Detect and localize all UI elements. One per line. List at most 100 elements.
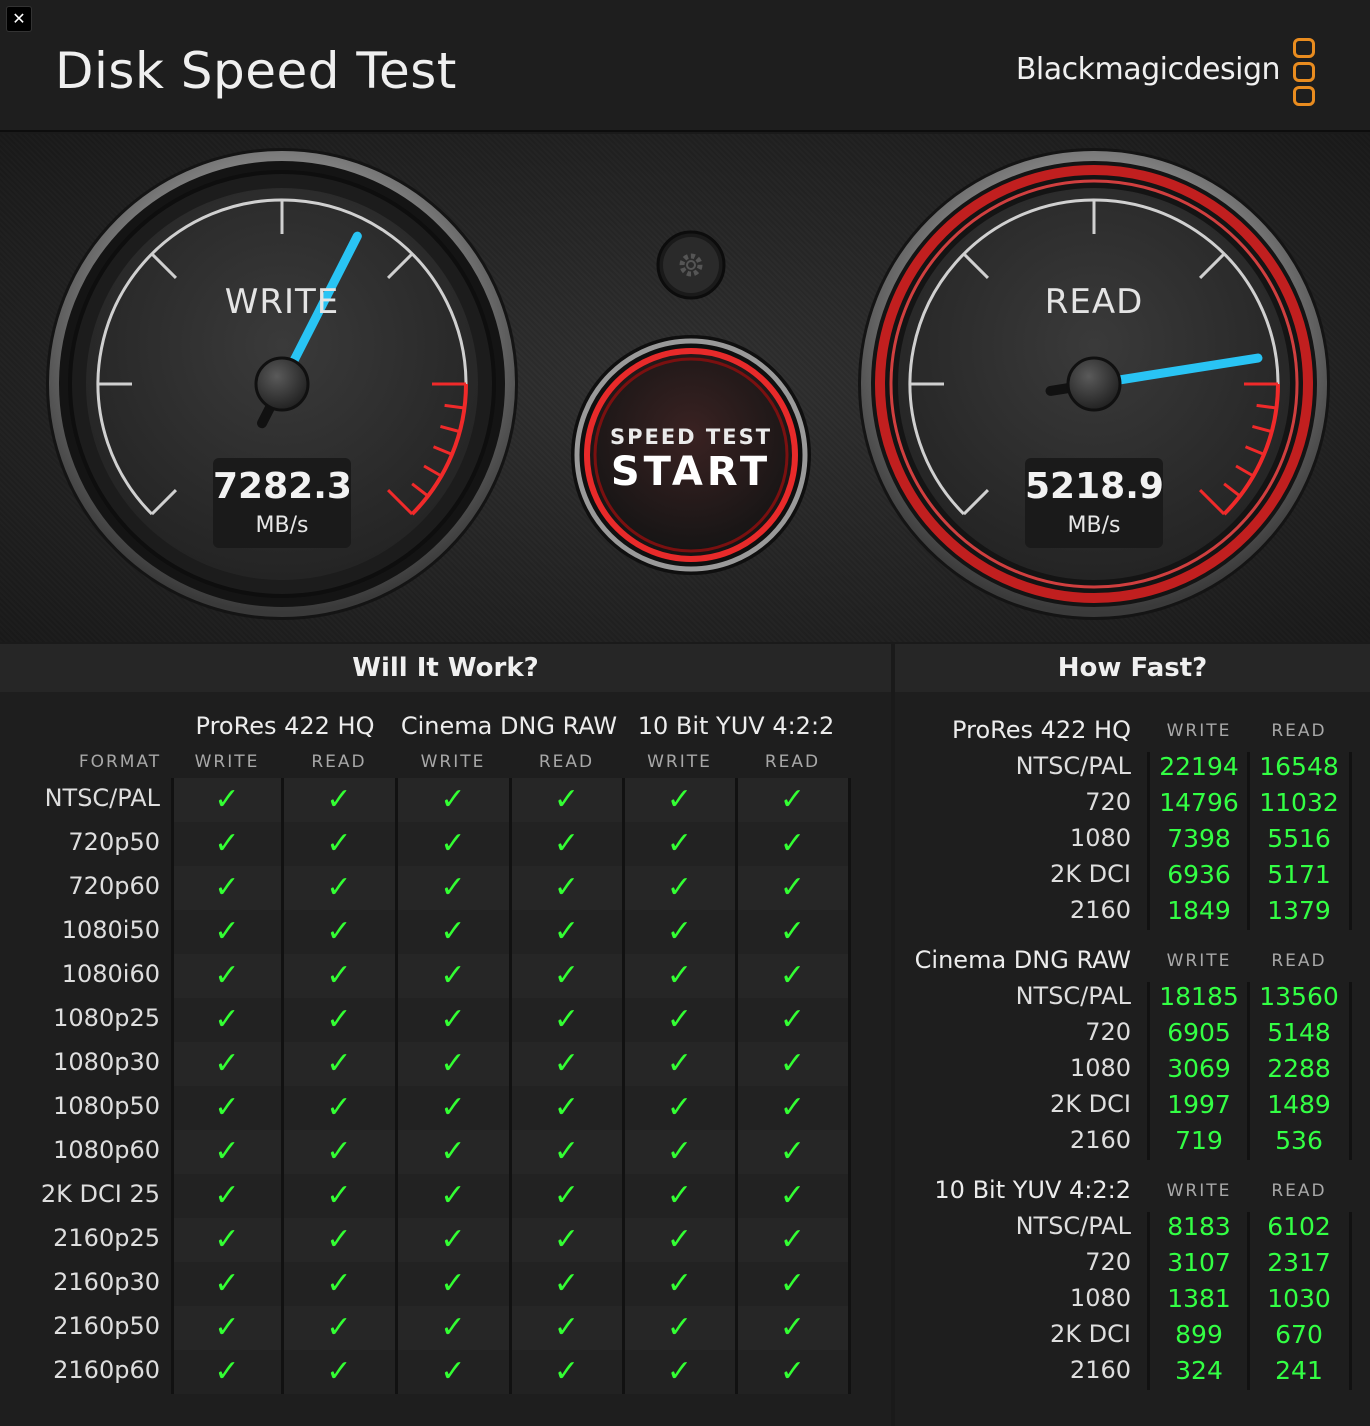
check-icon: ✓ bbox=[666, 1046, 693, 1081]
how-fast-write-value: 1849 bbox=[1167, 896, 1231, 925]
check-cell: ✓ bbox=[736, 1262, 849, 1306]
how-fast-write-value: 1997 bbox=[1167, 1090, 1231, 1119]
format-label: 720p50 bbox=[68, 828, 160, 856]
how-fast-write-value: 3107 bbox=[1167, 1248, 1231, 1277]
how-fast-group-title: 10 Bit YUV 4:2:2 bbox=[934, 1176, 1131, 1204]
check-icon: ✓ bbox=[326, 1354, 352, 1389]
check-icon: ✓ bbox=[326, 1090, 352, 1125]
check-icon: ✓ bbox=[214, 958, 240, 993]
how-fast-row-label: 1080 bbox=[1069, 824, 1131, 852]
how-fast-write-value: 719 bbox=[1175, 1126, 1223, 1155]
check-cell: ✓ bbox=[282, 1042, 396, 1086]
how-fast-read-value: 2317 bbox=[1267, 1248, 1331, 1277]
check-cell: ✓ bbox=[736, 1218, 849, 1262]
check-cell: ✓ bbox=[282, 866, 396, 910]
check-icon: ✓ bbox=[666, 914, 693, 949]
how-fast-read-header: READ bbox=[1271, 1181, 1327, 1201]
how-fast-row-label: 2160 bbox=[1069, 1126, 1131, 1154]
check-icon: ✓ bbox=[553, 1046, 580, 1081]
check-icon: ✓ bbox=[553, 1222, 580, 1257]
check-icon: ✓ bbox=[779, 1310, 806, 1345]
check-cell: ✓ bbox=[623, 822, 736, 866]
how-fast-row-label: 720 bbox=[1085, 788, 1131, 816]
check-cell: ✓ bbox=[396, 822, 510, 866]
check-icon: ✓ bbox=[326, 914, 352, 949]
how-fast-write-value: 22194 bbox=[1159, 752, 1239, 781]
check-cell: ✓ bbox=[396, 998, 510, 1042]
check-icon: ✓ bbox=[553, 826, 580, 861]
check-cell: ✓ bbox=[172, 1350, 282, 1394]
how-fast-write-value: 899 bbox=[1175, 1320, 1223, 1349]
how-fast-row-label: 2K DCI bbox=[1050, 1320, 1131, 1348]
how-fast-read-value: 5148 bbox=[1267, 1018, 1331, 1047]
format-label: 2160p60 bbox=[53, 1356, 160, 1384]
check-icon: ✓ bbox=[440, 1090, 466, 1125]
check-cell: ✓ bbox=[736, 1042, 849, 1086]
check-cell: ✓ bbox=[510, 954, 623, 998]
settings-gear-icon[interactable] bbox=[658, 232, 724, 298]
check-icon: ✓ bbox=[440, 914, 466, 949]
how-fast-write-value: 8183 bbox=[1167, 1212, 1231, 1241]
check-cell: ✓ bbox=[623, 1130, 736, 1174]
check-icon: ✓ bbox=[666, 1310, 693, 1345]
check-cell: ✓ bbox=[172, 866, 282, 910]
check-cell: ✓ bbox=[396, 1306, 510, 1350]
check-icon: ✓ bbox=[666, 870, 693, 905]
how-fast-read-value: 13560 bbox=[1259, 982, 1339, 1011]
read-speed-value: 5218.9 bbox=[1025, 466, 1164, 507]
check-icon: ✓ bbox=[440, 1266, 466, 1301]
how-fast-group-title: Cinema DNG RAW bbox=[914, 946, 1131, 974]
check-cell: ✓ bbox=[736, 954, 849, 998]
check-cell: ✓ bbox=[623, 1350, 736, 1394]
grid-divider bbox=[622, 778, 625, 1394]
format-label: 1080p25 bbox=[53, 1004, 160, 1032]
check-cell: ✓ bbox=[510, 1218, 623, 1262]
check-icon: ✓ bbox=[326, 1046, 352, 1081]
check-cell: ✓ bbox=[736, 866, 849, 910]
check-icon: ✓ bbox=[440, 1134, 466, 1169]
check-icon: ✓ bbox=[326, 870, 352, 905]
check-icon: ✓ bbox=[553, 870, 580, 905]
check-cell: ✓ bbox=[282, 1262, 396, 1306]
check-cell: ✓ bbox=[396, 954, 510, 998]
check-icon: ✓ bbox=[440, 826, 466, 861]
format-label: 1080p60 bbox=[53, 1136, 160, 1164]
check-icon: ✓ bbox=[779, 870, 806, 905]
check-cell: ✓ bbox=[282, 998, 396, 1042]
check-cell: ✓ bbox=[172, 1130, 282, 1174]
check-icon: ✓ bbox=[779, 1090, 806, 1125]
check-cell: ✓ bbox=[510, 1130, 623, 1174]
check-icon: ✓ bbox=[666, 1134, 693, 1169]
how-fast-write-value: 14796 bbox=[1159, 788, 1239, 817]
read-gauge-label: READ bbox=[1044, 282, 1144, 322]
check-cell: ✓ bbox=[282, 1350, 396, 1394]
subcolumn-header: READ bbox=[311, 752, 367, 772]
check-icon: ✓ bbox=[553, 1090, 580, 1125]
check-cell: ✓ bbox=[510, 910, 623, 954]
how-fast-read-value: 5516 bbox=[1267, 824, 1331, 853]
format-label: 1080p30 bbox=[53, 1048, 160, 1076]
check-icon: ✓ bbox=[553, 1002, 580, 1037]
check-icon: ✓ bbox=[214, 914, 240, 949]
will-it-work-title: Will It Work? bbox=[0, 644, 891, 692]
check-cell: ✓ bbox=[396, 910, 510, 954]
format-group-title: Cinema DNG RAW bbox=[400, 712, 618, 740]
check-icon: ✓ bbox=[779, 914, 806, 949]
app-title: Disk Speed Test bbox=[55, 42, 457, 100]
check-cell: ✓ bbox=[396, 1086, 510, 1130]
subcolumn-header: READ bbox=[764, 752, 821, 772]
check-cell: ✓ bbox=[396, 866, 510, 910]
how-fast-write-header: WRITE bbox=[1166, 721, 1232, 741]
check-cell: ✓ bbox=[510, 1262, 623, 1306]
how-fast-row-label: 2160 bbox=[1069, 1356, 1131, 1384]
start-speed-test-button[interactable]: SPEED TEST START bbox=[573, 337, 809, 573]
check-cell: ✓ bbox=[172, 1262, 282, 1306]
close-button[interactable]: ✕ bbox=[6, 6, 32, 32]
check-icon: ✓ bbox=[779, 1002, 806, 1037]
grid-divider bbox=[848, 778, 851, 1394]
grid-divider bbox=[735, 778, 738, 1394]
check-cell: ✓ bbox=[396, 1130, 510, 1174]
format-label: NTSC/PAL bbox=[44, 784, 160, 812]
how-fast-read-value: 11032 bbox=[1259, 788, 1339, 817]
gauge-panel: WRITE 7282.3 MB/s READ 5218.9 MB/s SPEED… bbox=[0, 134, 1370, 642]
